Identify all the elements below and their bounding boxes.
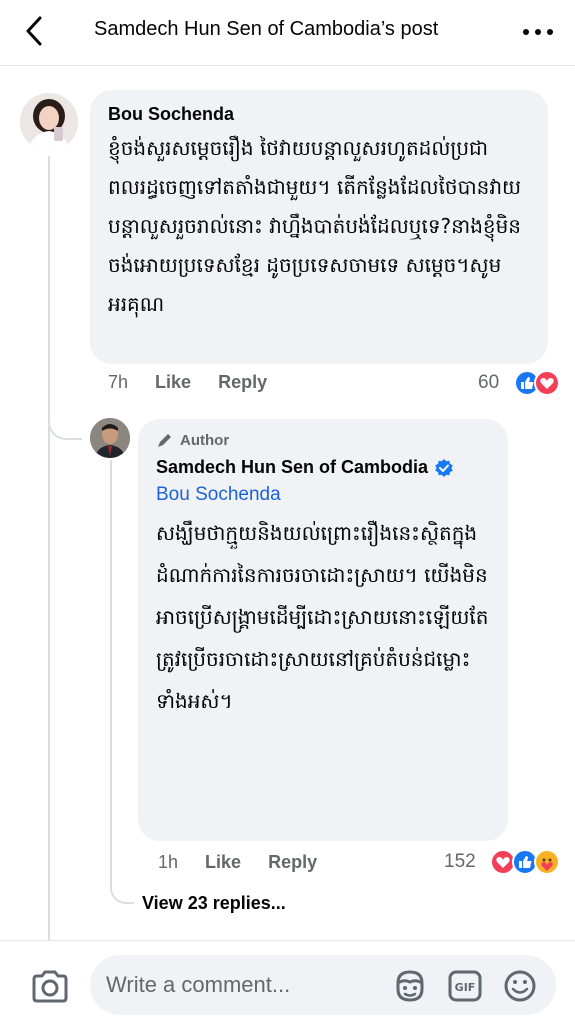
reply-author-name[interactable]: Samdech Hun Sen of Cambodia <box>156 457 428 478</box>
top-bar: Samdech Hun Sen of Cambodia’s post <box>0 0 575 66</box>
thread-line <box>48 156 50 946</box>
comment-actions: 7h Like Reply <box>108 372 289 393</box>
like-button[interactable]: Like <box>155 372 191 393</box>
reply-reaction-count: 152 <box>444 851 476 872</box>
camera-icon <box>32 970 68 1003</box>
comment-timestamp: 7h <box>108 372 129 392</box>
back-button[interactable] <box>18 14 52 48</box>
reaction-count: 60 <box>478 372 500 393</box>
reply-thread-line <box>110 460 112 880</box>
comment-bubble: Bou Sochenda ខ្ញុំចង់សួរសម្តេចរឿង ថៃវាយប… <box>90 90 548 364</box>
thread-connector <box>48 400 82 440</box>
more-options-button[interactable] <box>520 20 556 44</box>
reply-timestamp: 1h <box>158 852 179 872</box>
page-title: Samdech Hun Sen of Cambodia’s post <box>94 18 439 40</box>
emoji-button[interactable] <box>502 969 538 1003</box>
view-replies-link[interactable]: View 23 replies... <box>142 893 286 914</box>
pencil-icon <box>158 434 171 447</box>
gif-button[interactable]: GIF <box>447 969 483 1003</box>
view-replies-connector <box>110 862 134 904</box>
chevron-left-icon <box>26 16 42 46</box>
mention-link[interactable]: Bou Sochenda <box>156 484 490 506</box>
commenter-name[interactable]: Bou Sochenda <box>108 104 530 125</box>
gif-icon: GIF <box>448 970 482 1002</box>
verified-badge-icon <box>435 458 453 477</box>
avatar-sticker-icon <box>396 970 424 1002</box>
camera-button[interactable] <box>30 969 70 1005</box>
author-badge: Author <box>156 431 490 449</box>
svg-text:GIF: GIF <box>455 981 476 994</box>
reply-bubble: Author Samdech Hun Sen of Cambodia Bou S… <box>138 419 508 841</box>
reply-like-button[interactable]: Like <box>205 852 241 873</box>
comment-text: ខ្ញុំចង់សួរសម្តេចរឿង ថៃវាយបន្តាលួសរហូតដល… <box>108 136 522 316</box>
author-badge-label: Author <box>180 431 230 449</box>
reply-button[interactable]: Reply <box>218 372 267 393</box>
comment-input[interactable] <box>106 969 386 1001</box>
author-avatar[interactable] <box>90 418 130 458</box>
love-reaction-icon <box>534 370 560 396</box>
commenter-avatar-image <box>20 93 78 151</box>
comment-input-container[interactable]: GIF <box>90 955 556 1015</box>
care-reaction-icon <box>534 849 560 875</box>
avatar-sticker-button[interactable] <box>392 969 428 1003</box>
comment-composer: GIF <box>0 940 575 1024</box>
author-name-row: Samdech Hun Sen of Cambodia <box>156 457 490 478</box>
author-avatar-image <box>90 418 130 458</box>
reply-actions: 1h Like Reply <box>158 852 339 873</box>
reply-text: សង្ឃឹមថាក្មួយនិងយល់ព្រោះរឿងនេះស្ថិតក្នុង… <box>156 521 489 713</box>
commenter-avatar[interactable] <box>20 93 78 151</box>
ellipsis-horizontal-icon <box>523 29 553 35</box>
emoji-icon <box>504 970 536 1002</box>
reply-reply-button[interactable]: Reply <box>268 852 317 873</box>
